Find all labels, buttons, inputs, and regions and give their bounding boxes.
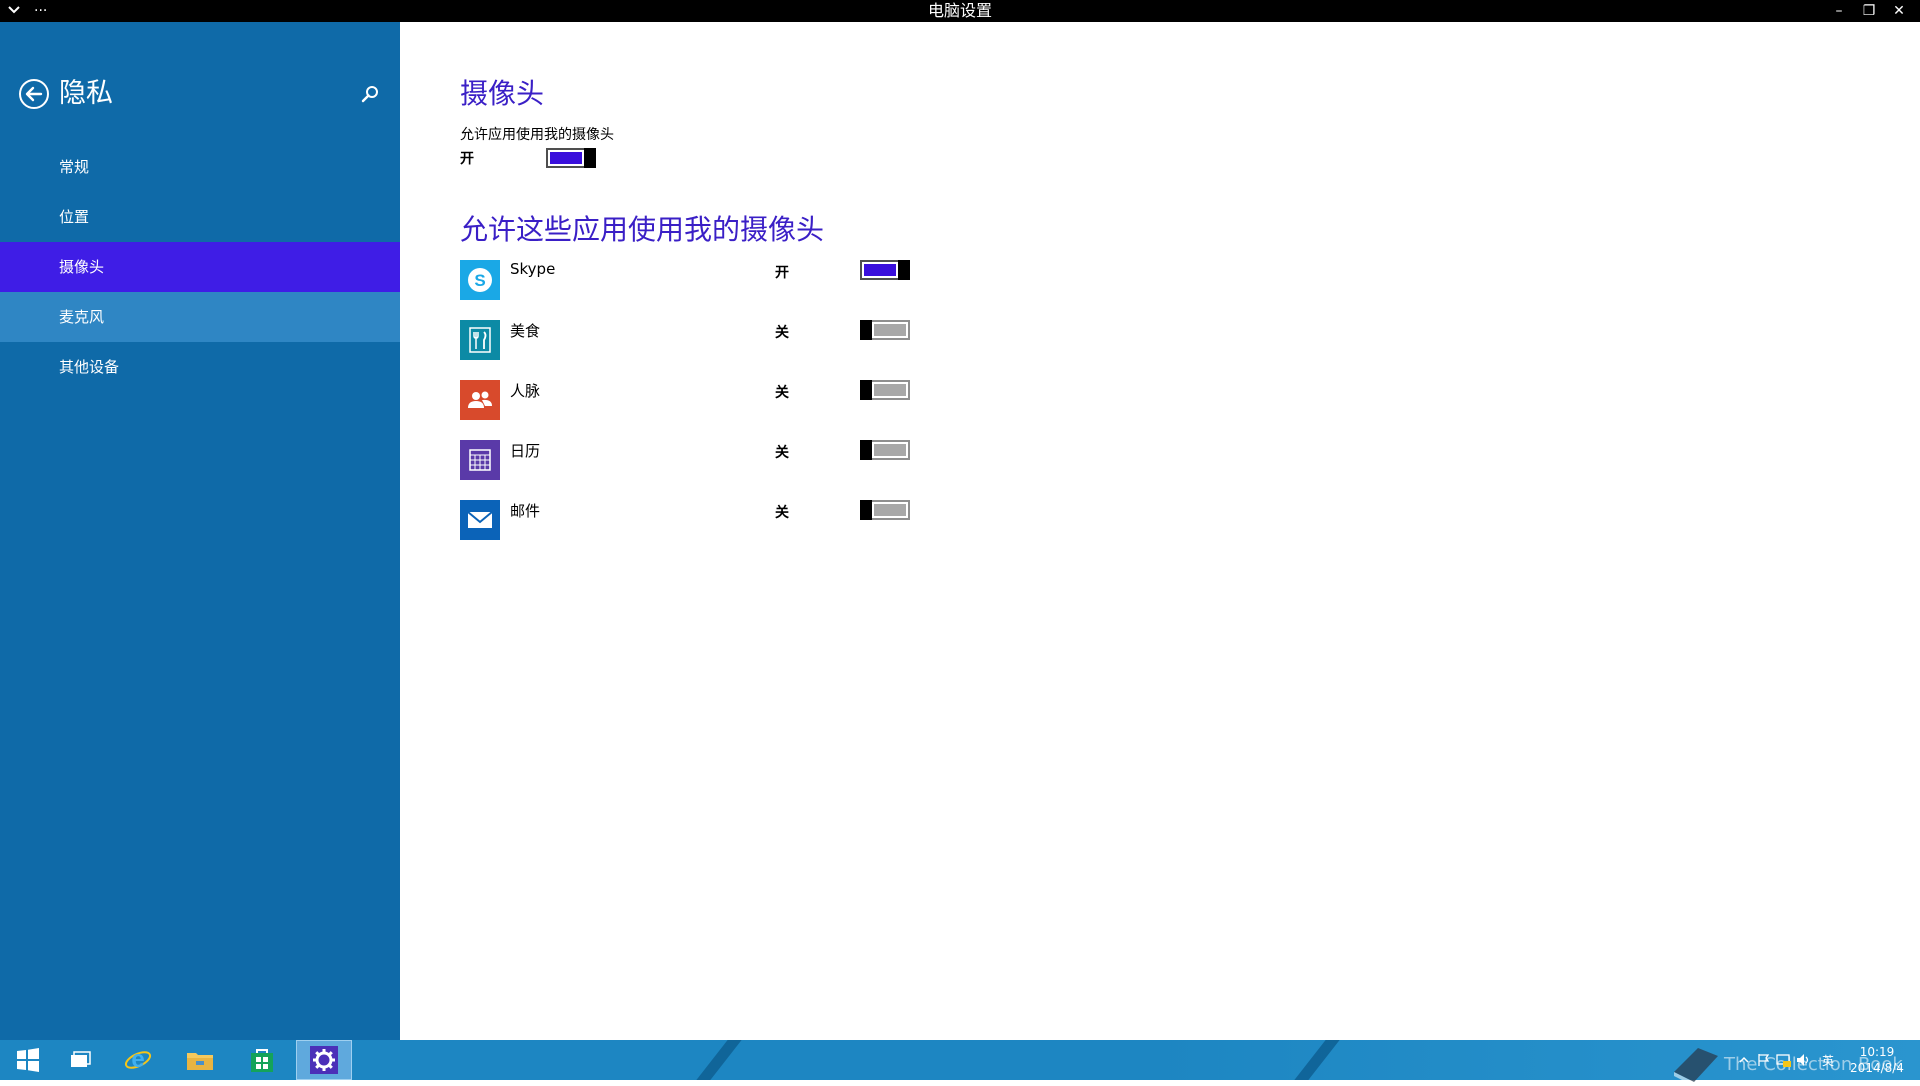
- calendar-camera-toggle[interactable]: [860, 440, 910, 460]
- skype-icon: S: [460, 260, 500, 300]
- clock[interactable]: 10:19 2014/8/4: [1842, 1044, 1912, 1076]
- taskbar-decoration: [696, 1040, 742, 1080]
- app-row-calendar: 日历 关: [460, 440, 980, 500]
- toggle-fill: [874, 504, 906, 516]
- clock-date: 2014/8/4: [1850, 1061, 1904, 1075]
- internet-explorer-icon[interactable]: e: [110, 1040, 166, 1080]
- toggle-knob: [860, 380, 872, 400]
- app-state: 关: [775, 505, 789, 521]
- camera-access-state: 开: [460, 151, 474, 167]
- food-icon: [460, 320, 500, 360]
- toggle-knob: [860, 440, 872, 460]
- people-camera-toggle[interactable]: [860, 380, 910, 400]
- sidebar-title: 隐私: [59, 78, 113, 109]
- sidebar-item-camera[interactable]: 摄像头: [0, 242, 400, 292]
- app-name: Skype: [510, 260, 556, 278]
- app-state: 关: [775, 325, 789, 341]
- taskbar-decoration: [1294, 1040, 1340, 1080]
- app-state: 开: [775, 265, 789, 281]
- mail-camera-toggle[interactable]: [860, 500, 910, 520]
- window-title: 电脑设置: [927, 1, 992, 20]
- taskbar: e The Collection Book 英 10:19 2014/8/4: [0, 1040, 1920, 1086]
- windows-start-icon[interactable]: [0, 1040, 56, 1080]
- content-pane: 摄像头 允许应用使用我的摄像头 开 允许这些应用使用我的摄像头 S Skype …: [400, 22, 1920, 1040]
- svg-text:e: e: [131, 1046, 144, 1073]
- sidebar-item-microphone[interactable]: 麦克风: [0, 292, 400, 342]
- title-bar: ··· 电脑设置 – ❐ ✕: [0, 0, 1920, 22]
- people-icon: [460, 380, 500, 420]
- page-title: 摄像头: [460, 77, 545, 110]
- volume-icon[interactable]: [1794, 1040, 1814, 1080]
- sidebar-item-general[interactable]: 常规: [0, 142, 400, 192]
- food-camera-toggle[interactable]: [860, 320, 910, 340]
- restore-button[interactable]: ❐: [1854, 0, 1884, 22]
- toggle-knob: [860, 500, 872, 520]
- toggle-fill: [864, 264, 896, 276]
- toggle-fill: [874, 384, 906, 396]
- action-center-flag-icon[interactable]: [1754, 1040, 1774, 1080]
- app-row-people: 人脉 关: [460, 380, 980, 440]
- camera-access-toggle[interactable]: [546, 148, 596, 168]
- app-commands-chevron-icon[interactable]: [8, 3, 20, 19]
- task-view-icon[interactable]: [52, 1040, 108, 1080]
- sidebar: 隐私 常规 位置 摄像头 麦克风 其他设备: [0, 22, 400, 1040]
- search-icon[interactable]: [358, 82, 382, 106]
- toggle-fill: [874, 324, 906, 336]
- svg-text:S: S: [474, 271, 485, 290]
- pc-settings-icon[interactable]: [296, 1040, 352, 1080]
- input-method-indicator[interactable]: 英: [1814, 1040, 1842, 1080]
- network-icon[interactable]: [1774, 1040, 1794, 1080]
- system-tray: 英 10:19 2014/8/4: [1734, 1040, 1920, 1080]
- sidebar-nav: 常规 位置 摄像头 麦克风 其他设备: [0, 142, 400, 392]
- file-explorer-icon[interactable]: [172, 1040, 228, 1080]
- app-name: 邮件: [510, 502, 541, 520]
- toggle-fill: [874, 444, 906, 456]
- clock-time: 10:19: [1859, 1045, 1895, 1059]
- book-logo-icon: [1674, 1048, 1718, 1086]
- toggle-fill: [550, 152, 582, 164]
- toggle-knob: [860, 320, 872, 340]
- store-icon[interactable]: [234, 1040, 290, 1080]
- show-hidden-icons-icon[interactable]: [1734, 1040, 1754, 1080]
- app-row-skype: S Skype 开: [460, 260, 980, 320]
- camera-access-description: 允许应用使用我的摄像头: [460, 127, 614, 143]
- toggle-knob: [898, 260, 910, 280]
- close-button[interactable]: ✕: [1884, 0, 1914, 22]
- app-row-mail: 邮件 关: [460, 500, 980, 560]
- app-row-food: 美食 关: [460, 320, 980, 380]
- skype-camera-toggle[interactable]: [860, 260, 910, 280]
- mail-icon: [460, 500, 500, 540]
- calendar-icon: [460, 440, 500, 480]
- app-name: 日历: [510, 442, 541, 460]
- app-state: 关: [775, 445, 789, 461]
- apps-section-title: 允许这些应用使用我的摄像头: [460, 213, 825, 246]
- app-state: 关: [775, 385, 789, 401]
- toggle-knob: [584, 148, 596, 168]
- back-arrow-icon[interactable]: [18, 78, 50, 110]
- app-list: S Skype 开 美食 关 人脉 关 日历 关 邮件 关: [460, 260, 980, 560]
- sidebar-item-location[interactable]: 位置: [0, 192, 400, 242]
- sidebar-item-other-devices[interactable]: 其他设备: [0, 342, 400, 392]
- app-menu-dots[interactable]: ···: [34, 3, 47, 19]
- app-name: 人脉: [510, 382, 541, 400]
- app-name: 美食: [510, 322, 541, 340]
- minimize-button[interactable]: –: [1824, 0, 1854, 22]
